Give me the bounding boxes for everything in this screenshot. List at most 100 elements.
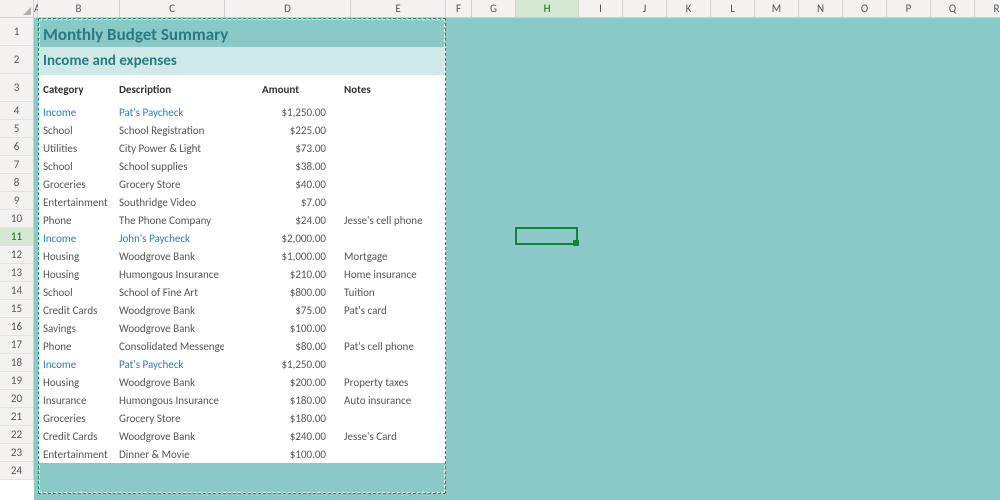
row-header-2[interactable]: 2	[0, 46, 33, 74]
table-row[interactable]: SchoolSchool of Fine Art$800.00Tuition	[38, 283, 446, 301]
cell-description[interactable]: City Power & Light	[119, 142, 224, 155]
cell-category[interactable]: School	[43, 286, 119, 299]
cell-amount[interactable]: $7.00	[224, 196, 344, 209]
cell-description[interactable]: Woodgrove Bank	[119, 322, 224, 335]
cell-category[interactable]: Utilities	[43, 142, 119, 155]
col-header-Q[interactable]: Q	[931, 0, 975, 17]
col-category[interactable]: Category	[43, 83, 119, 96]
table-row[interactable]: PhoneThe Phone Company$24.00Jesse's cell…	[38, 211, 446, 229]
fill-handle[interactable]	[573, 240, 579, 246]
cell-category[interactable]: Credit Cards	[43, 304, 119, 317]
table-row[interactable]: SchoolSchool supplies$38.00	[38, 157, 446, 175]
row-header-8[interactable]: 8	[0, 174, 33, 192]
select-all-corner[interactable]	[0, 0, 34, 18]
table-row[interactable]: UtilitiesCity Power & Light$73.00	[38, 139, 446, 157]
cell-description[interactable]: Consolidated Messenger	[119, 340, 224, 353]
cell-description[interactable]: School supplies	[119, 160, 224, 173]
cell-description[interactable]: Woodgrove Bank	[119, 430, 224, 443]
col-header-L[interactable]: L	[711, 0, 755, 17]
col-header-P[interactable]: P	[887, 0, 931, 17]
cell-notes[interactable]: Jesse's Card	[344, 430, 439, 443]
cell-category[interactable]: Groceries	[43, 178, 119, 191]
cell-amount[interactable]: $200.00	[224, 376, 344, 389]
table-row[interactable]: InsuranceHumongous Insurance$180.00Auto …	[38, 391, 446, 409]
cell-description[interactable]: John's Paycheck	[119, 232, 224, 245]
table-row[interactable]: GroceriesGrocery Store$40.00	[38, 175, 446, 193]
cell-notes[interactable]: Mortgage	[344, 250, 439, 263]
col-header-F[interactable]: F	[446, 0, 472, 17]
cell-category[interactable]: Housing	[43, 250, 119, 263]
panel-title[interactable]: Monthly Budget Summary	[38, 18, 446, 47]
cell-category[interactable]: Insurance	[43, 394, 119, 407]
cell-category[interactable]: Housing	[43, 376, 119, 389]
col-header-E[interactable]: E	[351, 0, 446, 17]
table-row[interactable]: PhoneConsolidated Messenger$80.00Pat's c…	[38, 337, 446, 355]
cell-description[interactable]: Humongous Insurance	[119, 394, 224, 407]
cell-amount[interactable]: $73.00	[224, 142, 344, 155]
cell-amount[interactable]: $210.00	[224, 268, 344, 281]
cell-category[interactable]: Income	[43, 232, 119, 245]
cell-description[interactable]: Woodgrove Bank	[119, 304, 224, 317]
row-header-22[interactable]: 22	[0, 426, 33, 444]
cell-amount[interactable]: $40.00	[224, 178, 344, 191]
row-header-21[interactable]: 21	[0, 408, 33, 426]
row-header-20[interactable]: 20	[0, 390, 33, 408]
active-cell[interactable]	[515, 227, 578, 245]
cell-category[interactable]: Income	[43, 106, 119, 119]
row-header-1[interactable]: 1	[0, 18, 33, 46]
cell-category[interactable]: School	[43, 124, 119, 137]
cell-description[interactable]: Dinner & Movie	[119, 448, 224, 461]
col-header-M[interactable]: M	[755, 0, 799, 17]
cell-amount[interactable]: $1,000.00	[224, 250, 344, 263]
row-header-14[interactable]: 14	[0, 282, 33, 300]
cell-notes[interactable]: Auto insurance	[344, 394, 439, 407]
col-header-J[interactable]: J	[623, 0, 667, 17]
cell-description[interactable]: Southridge Video	[119, 196, 224, 209]
cell-amount[interactable]: $100.00	[224, 448, 344, 461]
cell-category[interactable]: Phone	[43, 214, 119, 227]
cell-notes[interactable]: Home insurance	[344, 268, 439, 281]
cell-amount[interactable]: $180.00	[224, 412, 344, 425]
cell-description[interactable]: Pat's Paycheck	[119, 106, 224, 119]
col-header-D[interactable]: D	[225, 0, 351, 17]
cell-description[interactable]: Woodgrove Bank	[119, 250, 224, 263]
col-header-I[interactable]: I	[579, 0, 623, 17]
row-header-12[interactable]: 12	[0, 246, 33, 264]
row-header-7[interactable]: 7	[0, 156, 33, 174]
cell-amount[interactable]: $180.00	[224, 394, 344, 407]
cell-description[interactable]: School of Fine Art	[119, 286, 224, 299]
cell-description[interactable]: School Registration	[119, 124, 224, 137]
table-row[interactable]: HousingWoodgrove Bank$1,000.00Mortgage	[38, 247, 446, 265]
cell-category[interactable]: Credit Cards	[43, 430, 119, 443]
cell-category[interactable]: Phone	[43, 340, 119, 353]
table-row[interactable]: EntertainmentSouthridge Video$7.00	[38, 193, 446, 211]
table-row[interactable]: IncomePat's Paycheck$1,250.00	[38, 355, 446, 373]
cell-amount[interactable]: $1,250.00	[224, 358, 344, 371]
cell-amount[interactable]: $75.00	[224, 304, 344, 317]
col-header-R[interactable]: R	[975, 0, 1000, 17]
table-row[interactable]: IncomePat's Paycheck$1,250.00	[38, 103, 446, 121]
cell-category[interactable]: Income	[43, 358, 119, 371]
row-header-6[interactable]: 6	[0, 138, 33, 156]
row-header-13[interactable]: 13	[0, 264, 33, 282]
cell-amount[interactable]: $80.00	[224, 340, 344, 353]
cell-category[interactable]: Groceries	[43, 412, 119, 425]
cell-amount[interactable]: $100.00	[224, 322, 344, 335]
row-header-16[interactable]: 16	[0, 318, 33, 336]
cell-amount[interactable]: $240.00	[224, 430, 344, 443]
col-header-K[interactable]: K	[667, 0, 711, 17]
col-description[interactable]: Description	[119, 83, 224, 96]
table-row[interactable]: Credit CardsWoodgrove Bank$240.00Jesse's…	[38, 427, 446, 445]
row-header-9[interactable]: 9	[0, 192, 33, 210]
cell-notes[interactable]: Pat's cell phone	[344, 340, 439, 353]
col-header-O[interactable]: O	[843, 0, 887, 17]
row-header-5[interactable]: 5	[0, 120, 33, 138]
cell-category[interactable]: School	[43, 160, 119, 173]
table-row[interactable]: HousingWoodgrove Bank$200.00Property tax…	[38, 373, 446, 391]
cell-category[interactable]: Housing	[43, 268, 119, 281]
col-header-N[interactable]: N	[799, 0, 843, 17]
table-row[interactable]: SchoolSchool Registration$225.00	[38, 121, 446, 139]
cell-description[interactable]: Grocery Store	[119, 178, 224, 191]
cell-category[interactable]: Entertainment	[43, 448, 119, 461]
col-header-H[interactable]: H	[516, 0, 579, 17]
